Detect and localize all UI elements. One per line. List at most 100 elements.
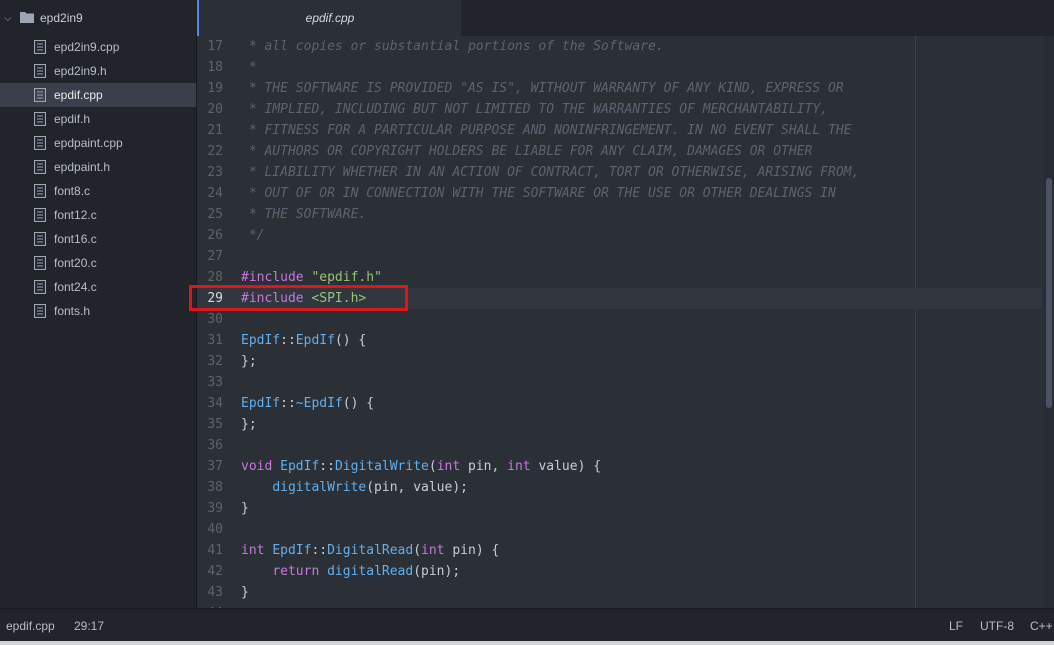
line-number: 20 (207, 102, 223, 117)
code-line[interactable]: 19 * THE SOFTWARE IS PROVIDED "AS IS", W… (197, 78, 1042, 99)
code-text: }; (241, 417, 257, 432)
code-line[interactable]: 38 digitalWrite(pin, value); (197, 477, 1042, 498)
code-line[interactable]: 37 void EpdIf::DigitalWrite(int pin, int … (197, 456, 1042, 477)
tab-title: epdif.cpp (305, 11, 355, 25)
file-text-icon (34, 184, 46, 198)
line-number: 41 (207, 543, 223, 558)
code-line[interactable]: 18 * (197, 57, 1042, 78)
code-text: #include "epdif.h" (241, 270, 382, 285)
code-token: EpdIf (241, 396, 281, 411)
file-item[interactable]: font20.c (0, 251, 196, 275)
code-token: * IMPLIED, INCLUDING BUT NOT LIMITED TO … (241, 102, 828, 117)
chevron-down-icon[interactable]: ⌵ (4, 13, 18, 24)
code-token: ( (428, 459, 437, 474)
file-item[interactable]: fonts.h (0, 299, 196, 323)
file-text-icon (34, 280, 46, 294)
code-token: :: (319, 459, 335, 474)
code-line[interactable]: 26 */ (197, 225, 1042, 246)
code-token: * all copies or substantial portions of … (241, 39, 664, 54)
code-text: * OUT OF OR IN CONNECTION WITH THE SOFTW… (241, 186, 836, 201)
line-number: 43 (207, 585, 223, 600)
line-number: 33 (207, 375, 223, 390)
window-bottom-edge (0, 641, 1054, 645)
file-text-icon (34, 208, 46, 222)
status-encoding[interactable]: UTF-8 (980, 619, 1014, 633)
code-token: value) { (530, 459, 602, 474)
scrollbar-thumb[interactable] (1046, 178, 1052, 408)
line-number: 24 (207, 186, 223, 201)
code-line[interactable]: 35}; (197, 414, 1042, 435)
code-text: * (241, 60, 257, 75)
code-line[interactable]: 20 * IMPLIED, INCLUDING BUT NOT LIMITED … (197, 99, 1042, 120)
code-line[interactable]: 33 (197, 372, 1042, 393)
folder-label: epd2in9 (40, 11, 83, 25)
code-token: ~EpdIf (295, 396, 343, 411)
file-label: font12.c (54, 208, 97, 222)
tab-epdif-cpp[interactable]: epdif.cpp (197, 0, 461, 36)
status-line-ending[interactable]: LF (949, 619, 963, 633)
file-item[interactable]: font8.c (0, 179, 196, 203)
code-line[interactable]: 36 (197, 435, 1042, 456)
file-item[interactable]: epdpaint.cpp (0, 131, 196, 155)
file-item[interactable]: font16.c (0, 227, 196, 251)
line-number: 39 (207, 501, 223, 516)
code-line[interactable]: 43} (197, 582, 1042, 603)
file-item[interactable]: epdif.h (0, 107, 196, 131)
file-text-icon (34, 88, 46, 102)
tree-view: ⌵ epd2in9 epd2in9.cpp epd2in9.h epdif.cpp e… (0, 0, 197, 608)
code-line[interactable]: 23 * LIABILITY WHETHER IN AN ACTION OF C… (197, 162, 1042, 183)
vertical-scrollbar[interactable] (1044, 36, 1054, 608)
code-token: * FITNESS FOR A PARTICULAR PURPOSE AND N… (241, 123, 852, 138)
code-text: int EpdIf::DigitalRead(int pin) { (241, 543, 499, 558)
code-line[interactable]: 25 * THE SOFTWARE. (197, 204, 1042, 225)
code-token: pin) { (444, 543, 500, 558)
code-token: digitalWrite (272, 480, 367, 495)
code-token: return (272, 564, 320, 579)
code-text: * all copies or substantial portions of … (241, 39, 664, 54)
line-number: 35 (207, 417, 223, 432)
code-editor[interactable]: 17 * all copies or substantial portions … (197, 36, 1054, 608)
folder-icon (20, 11, 34, 26)
code-line[interactable]: 30 (197, 309, 1042, 330)
code-token: :: (280, 333, 296, 348)
folder-epd2in9[interactable]: ⌵ epd2in9 (0, 6, 196, 30)
code-text: * IMPLIED, INCLUDING BUT NOT LIMITED TO … (241, 102, 828, 117)
code-line[interactable]: 24 * OUT OF OR IN CONNECTION WITH THE SO… (197, 183, 1042, 204)
file-label: epd2in9.cpp (54, 40, 120, 54)
file-text-icon (34, 256, 46, 270)
code-line[interactable]: 17 * all copies or substantial portions … (197, 36, 1042, 57)
file-item[interactable]: epdpaint.h (0, 155, 196, 179)
status-cursor-position[interactable]: 29:17 (74, 619, 104, 633)
status-grammar[interactable]: C++ (1030, 619, 1053, 633)
code-line[interactable]: 42 return digitalRead(pin); (197, 561, 1042, 582)
code-line[interactable]: 31 EpdIf::EpdIf() { (197, 330, 1042, 351)
code-line[interactable]: 22 * AUTHORS OR COPYRIGHT HOLDERS BE LIA… (197, 141, 1042, 162)
code-line[interactable]: 21 * FITNESS FOR A PARTICULAR PURPOSE AN… (197, 120, 1042, 141)
file-label: epdif.cpp (54, 88, 103, 102)
file-label: font16.c (54, 232, 97, 246)
code-text: EpdIf::~EpdIf() { (241, 396, 374, 411)
code-token: int (241, 543, 265, 558)
line-number: 31 (207, 333, 223, 348)
code-token: * LIABILITY WHETHER IN AN ACTION OF CONT… (241, 165, 860, 180)
file-item[interactable]: epd2in9.cpp (0, 35, 196, 59)
code-token: * (241, 60, 257, 75)
code-line[interactable]: 39} (197, 498, 1042, 519)
code-token: DigitalWrite (334, 459, 429, 474)
code-line[interactable]: 27 (197, 246, 1042, 267)
code-line[interactable]: 41 int EpdIf::DigitalRead(int pin) { (197, 540, 1042, 561)
code-line[interactable]: 40 (197, 519, 1042, 540)
status-filename[interactable]: epdif.cpp (6, 619, 55, 633)
file-item[interactable]: font12.c (0, 203, 196, 227)
code-line[interactable]: 32}; (197, 351, 1042, 372)
file-item[interactable]: epdif.cpp (0, 83, 196, 107)
code-token: "epdif.h" (311, 270, 382, 285)
code-token: int (507, 459, 531, 474)
code-text: digitalWrite(pin, value); (241, 480, 468, 495)
file-item[interactable]: font24.c (0, 275, 196, 299)
line-number: 28 (207, 270, 223, 285)
file-item[interactable]: epd2in9.h (0, 59, 196, 83)
code-line[interactable]: 34 EpdIf::~EpdIf() { (197, 393, 1042, 414)
code-token: (pin, value); (366, 480, 468, 495)
